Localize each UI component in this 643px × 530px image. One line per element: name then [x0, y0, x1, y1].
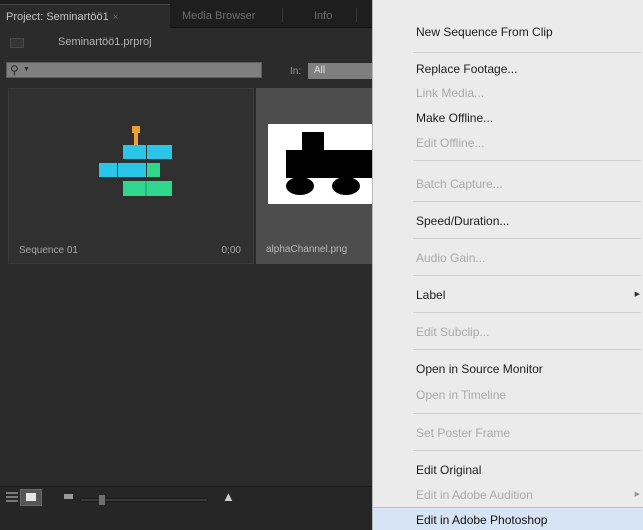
zoom-out-icon[interactable]	[64, 494, 73, 499]
project-panel: Project: Seminartöö1 × Media Browser Info…	[0, 0, 372, 530]
menu-separator	[413, 413, 641, 414]
list-view-icon[interactable]	[6, 492, 18, 504]
zoom-slider[interactable]	[80, 495, 208, 505]
project-item-name: Sequence 01	[19, 245, 78, 256]
menu-item-speed-duration[interactable]: Speed/Duration...	[373, 209, 643, 233]
menu-item-label: Set Poster Frame	[416, 426, 511, 440]
tab-divider	[282, 8, 283, 22]
project-item-duration: 0;00	[221, 245, 241, 256]
project-file-row: Seminartöö1.prproj	[0, 28, 372, 58]
menu-item-label: Make Offline...	[416, 111, 494, 125]
menu-separator	[413, 238, 641, 239]
tab-project[interactable]: Project: Seminartöö1 ×	[0, 4, 170, 28]
menu-separator	[413, 312, 641, 313]
menu-item-link-media: Link Media...	[373, 81, 643, 105]
menu-item-make-offline[interactable]: Make Offline...	[373, 106, 643, 130]
context-menu: New Sequence From Clip Replace Footage..…	[372, 0, 643, 530]
clip-thumbnail	[268, 124, 372, 204]
panel-footer: ▲	[0, 486, 372, 530]
in-filter-dropdown[interactable]: All	[308, 63, 372, 79]
sequence-icon	[99, 126, 172, 196]
project-file-icon	[10, 38, 24, 48]
menu-item-edit-in-adobe-audition: Edit in Adobe Audition ▶	[373, 483, 643, 507]
menu-item-label: Edit in Adobe Photoshop	[416, 513, 548, 527]
tab-project-label: Project: Seminartöö1	[6, 11, 109, 23]
menu-separator	[413, 450, 641, 451]
icon-view-icon[interactable]	[20, 489, 42, 506]
in-filter-label: In:	[290, 66, 302, 77]
menu-item-edit-offline: Edit Offline...	[373, 131, 643, 155]
menu-item-label: Edit Original	[416, 463, 482, 477]
search-icon[interactable]: ⚲	[10, 63, 19, 77]
menu-item-label: Speed/Duration...	[416, 214, 510, 228]
menu-separator	[413, 160, 641, 161]
menu-item-label: Replace Footage...	[416, 62, 518, 76]
submenu-arrow-icon: ▶	[634, 491, 640, 498]
menu-item-label: Open in Timeline	[416, 388, 507, 402]
project-items-grid: Sequence 01 0;00 alphaChannel.png	[0, 88, 372, 264]
menu-item-label: Link Media...	[416, 86, 485, 100]
menu-item-edit-in-adobe-photoshop[interactable]: Edit in Adobe Photoshop	[373, 507, 643, 530]
tab-media-browser[interactable]: Media Browser	[182, 4, 255, 28]
zoom-in-icon[interactable]: ▲	[222, 490, 235, 503]
menu-item-label: New Sequence From Clip	[416, 25, 553, 39]
menu-item-edit-original[interactable]: Edit Original	[373, 458, 643, 482]
menu-item-audio-gain: Audio Gain...	[373, 246, 643, 270]
project-items-empty-area	[0, 264, 372, 486]
project-item-sequence[interactable]: Sequence 01 0;00	[8, 88, 254, 264]
menu-item-open-in-timeline: Open in Timeline	[373, 383, 643, 407]
menu-item-label-submenu[interactable]: Label ▶	[373, 283, 643, 307]
menu-separator	[413, 201, 641, 202]
submenu-arrow-icon: ▶	[634, 291, 640, 298]
menu-item-label: Edit Offline...	[416, 136, 485, 150]
panel-tab-bar: Project: Seminartöö1 × Media Browser Info	[0, 0, 372, 28]
tab-divider	[356, 8, 357, 22]
menu-item-batch-capture: Batch Capture...	[373, 172, 643, 196]
menu-item-label: Open in Source Monitor	[416, 362, 543, 376]
menu-item-label: Edit in Adobe Audition	[416, 488, 533, 502]
menu-item-label: Audio Gain...	[416, 251, 486, 265]
menu-separator	[413, 349, 641, 350]
menu-item-set-poster-frame: Set Poster Frame	[373, 421, 643, 445]
menu-item-replace-footage[interactable]: Replace Footage...	[373, 57, 643, 81]
search-row: ⚲ ▼ In: All	[0, 58, 372, 86]
menu-item-new-sequence-from-clip[interactable]: New Sequence From Clip	[373, 20, 643, 44]
close-tab-icon[interactable]: ×	[113, 12, 119, 23]
menu-separator	[413, 275, 641, 276]
menu-item-label: Batch Capture...	[416, 177, 503, 191]
project-item-name: alphaChannel.png	[266, 244, 348, 255]
zoom-slider-handle[interactable]	[99, 495, 105, 505]
search-dropdown-icon[interactable]: ▼	[23, 63, 30, 77]
menu-item-edit-subclip: Edit Subclip...	[373, 320, 643, 344]
menu-item-open-in-source-monitor[interactable]: Open in Source Monitor	[373, 357, 643, 381]
project-item-alphachannel[interactable]: alphaChannel.png	[256, 88, 372, 264]
tab-info[interactable]: Info	[314, 4, 332, 28]
menu-separator	[413, 52, 641, 53]
project-file-name: Seminartöö1.prproj	[58, 36, 152, 48]
search-input[interactable]: ⚲ ▼	[6, 62, 262, 78]
menu-item-label: Edit Subclip...	[416, 325, 490, 339]
menu-item-label: Label	[416, 288, 446, 302]
